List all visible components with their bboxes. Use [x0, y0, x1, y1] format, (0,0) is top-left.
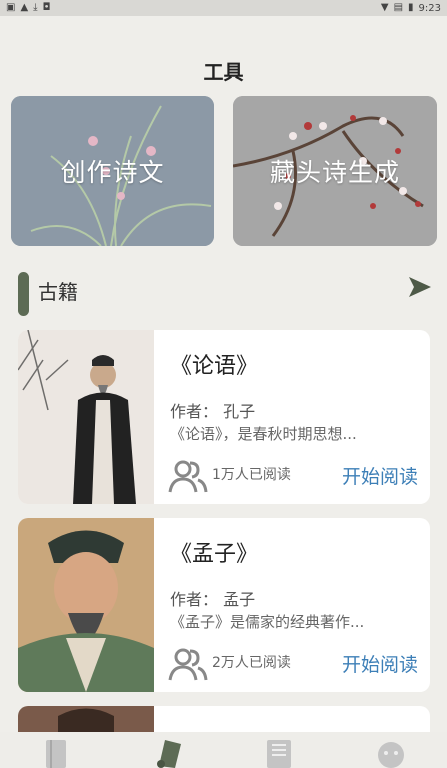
download-icon: ⤓	[33, 2, 38, 13]
sim-icon: ▤	[393, 2, 404, 13]
wifi-icon: ▼	[380, 2, 389, 13]
readers-icon	[168, 460, 208, 493]
media-icon: ◘	[42, 2, 51, 13]
status-time: 9:23	[418, 2, 441, 14]
scroll-icon	[156, 740, 181, 768]
document-icon	[267, 740, 292, 768]
face-icon	[378, 742, 405, 768]
tool-card-compose[interactable]: 创作诗文	[11, 96, 214, 246]
page-title: 工具	[203, 60, 244, 84]
start-reading-button[interactable]: 开始阅读	[342, 650, 418, 677]
status-left: ▣ ▲ ⤓ ◘	[6, 3, 51, 13]
reader-count: 1万人已阅读	[212, 467, 291, 483]
book-card[interactable]: 《论语》 作者： 孔子 《论语》，是春秋时期思想... 1万人已阅读 开始阅读	[18, 330, 430, 504]
book-author: 作者： 孟子	[170, 590, 256, 609]
tool-label-acrostic: 藏头诗生成	[269, 158, 400, 187]
book-title: 《孟子》	[170, 542, 259, 567]
start-reading-button[interactable]: 开始阅读	[342, 462, 418, 489]
section-title: 古籍	[38, 280, 78, 304]
bottom-tab-bar	[0, 732, 447, 768]
book-title: 《论语》	[170, 354, 259, 379]
readers-icon	[168, 648, 208, 681]
app-notification-icon: ▣	[6, 2, 16, 13]
tool-label-compose: 创作诗文	[60, 158, 165, 187]
section-accent-bar	[18, 272, 29, 316]
status-right: ▼ ▤ ▮ 9:23	[381, 3, 441, 14]
book-description: 《孟子》是儒家的经典著作...	[170, 613, 365, 631]
book-card[interactable]: 《孟子》 作者： 孟子 《孟子》是儒家的经典著作... 2万人已阅读 开始阅读	[18, 518, 430, 692]
tab-documents[interactable]	[249, 732, 309, 768]
tab-profile[interactable]	[361, 732, 421, 768]
status-bar: ▣ ▲ ⤓ ◘ ▼ ▤ ▮ 9:23	[0, 0, 447, 16]
mencius-portrait-image	[18, 518, 154, 692]
reader-count: 2万人已阅读	[212, 655, 291, 671]
section-header-classics: 古籍	[18, 268, 433, 316]
tab-books[interactable]	[26, 732, 86, 768]
warning-icon: ▲	[20, 2, 29, 13]
book-icon	[45, 740, 66, 768]
book-description: 《论语》，是春秋时期思想...	[170, 425, 357, 443]
tab-scroll[interactable]	[138, 732, 198, 768]
tool-card-acrostic[interactable]: 藏头诗生成	[233, 96, 437, 246]
confucius-portrait-image	[18, 330, 154, 504]
book-author: 作者： 孔子	[170, 402, 256, 421]
arrow-right-icon[interactable]	[407, 274, 433, 300]
battery-icon: ▮	[408, 2, 414, 13]
